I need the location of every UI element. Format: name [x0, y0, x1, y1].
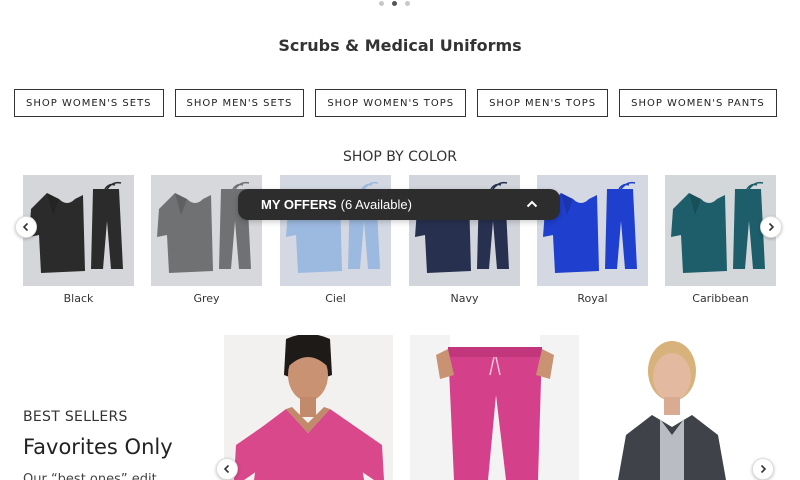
- color-label-ciel: Ciel: [325, 292, 346, 305]
- color-next-arrow[interactable]: [760, 216, 782, 238]
- carousel-dot-1[interactable]: [379, 1, 384, 6]
- my-offers-bar[interactable]: MY OFFERS (6 Available): [238, 189, 560, 220]
- section-heading: Scrubs & Medical Uniforms: [278, 36, 522, 55]
- shop-mens-tops-button[interactable]: SHOP MEN'S TOPS: [477, 89, 609, 117]
- color-label-grey: Grey: [193, 292, 220, 305]
- shop-womens-sets-button[interactable]: SHOP WOMEN'S SETS: [14, 89, 164, 117]
- color-label-navy: Navy: [450, 292, 479, 305]
- scrub-set-image: [665, 175, 776, 286]
- product-card-pink-joggers[interactable]: [410, 335, 579, 480]
- favorites-title: Favorites Only: [23, 435, 173, 459]
- chevron-right-icon: [760, 464, 767, 474]
- best-sellers-label: BEST SELLERS: [23, 409, 128, 425]
- scrub-set-image: [23, 175, 134, 286]
- color-label-caribbean: Caribbean: [692, 292, 749, 305]
- carousel-dot-3[interactable]: [405, 1, 410, 6]
- chevron-up-icon: [526, 200, 538, 208]
- bestsellers-prev-arrow[interactable]: [216, 458, 238, 480]
- favorites-description: Our “best ones” edit: [23, 472, 157, 480]
- shop-category-buttons: SHOP WOMEN'S SETS SHOP MEN'S SETS SHOP W…: [14, 89, 788, 117]
- chevron-left-icon: [22, 222, 29, 232]
- shop-mens-sets-button[interactable]: SHOP MEN'S SETS: [174, 89, 305, 117]
- bestsellers-next-arrow[interactable]: [752, 458, 774, 480]
- product-card-pink-scrub-top[interactable]: [224, 335, 393, 480]
- shop-womens-tops-button[interactable]: SHOP WOMEN'S TOPS: [315, 89, 467, 117]
- shop-womens-pants-button[interactable]: SHOP WOMEN'S PANTS: [619, 89, 777, 117]
- product-image-joggers: [410, 335, 579, 480]
- color-swatch-black[interactable]: [23, 175, 134, 286]
- color-label-black: Black: [63, 292, 94, 305]
- chevron-right-icon: [768, 222, 775, 232]
- product-image-scrub-top: [224, 335, 393, 480]
- my-offers-count: (6 Available): [340, 197, 412, 212]
- carousel-dots: [379, 0, 410, 6]
- color-swatch-caribbean[interactable]: [665, 175, 776, 286]
- product-image-jacket: [596, 335, 765, 480]
- color-prev-arrow[interactable]: [15, 216, 37, 238]
- product-card-charcoal-jacket[interactable]: [596, 335, 765, 480]
- shop-by-color-title: SHOP BY COLOR: [342, 149, 457, 165]
- page: Scrubs & Medical Uniforms SHOP WOMEN'S S…: [0, 0, 800, 480]
- carousel-dot-2[interactable]: [392, 1, 397, 6]
- color-label-royal: Royal: [577, 292, 608, 305]
- my-offers-title: MY OFFERS: [261, 197, 337, 212]
- chevron-left-icon: [223, 464, 230, 474]
